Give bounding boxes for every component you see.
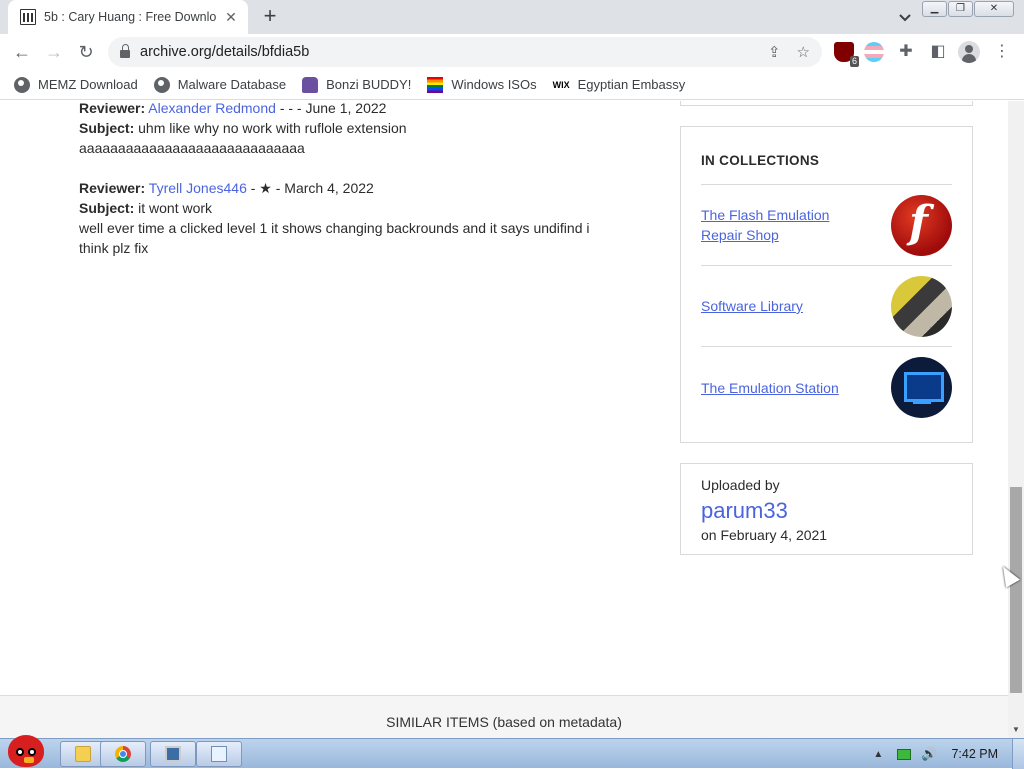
reviewer-link[interactable]: Tyrell Jones446 — [149, 180, 247, 196]
forward-arrow-icon[interactable]: → — [42, 40, 66, 64]
globe-icon — [153, 76, 170, 93]
collection-link[interactable]: The Emulation Station — [701, 378, 851, 398]
ublock-extension-icon[interactable]: 6 — [834, 42, 859, 67]
tab-close-icon[interactable]: ✕ — [222, 9, 240, 26]
review-body: well ever time a clicked level 1 it show… — [79, 220, 590, 256]
side-panel-icon[interactable]: ◧ — [926, 40, 950, 64]
similar-items-bar[interactable]: SIMILAR ITEMS (based on metadata) — [0, 695, 1008, 738]
minimize-icon[interactable]: ▁ — [922, 1, 947, 17]
review-body: aaaaaaaaaaaaaaaaaaaaaaaaaaaaa — [79, 140, 305, 156]
angry-bird-start-icon — [8, 735, 44, 767]
flag-extension-icon[interactable] — [864, 42, 884, 62]
subject-label: Subject: — [79, 200, 135, 216]
taskbar: ▲ 🔊 7:42 PM — [0, 735, 1024, 769]
taskbar-chrome[interactable] — [100, 741, 146, 767]
menu-kebab-icon[interactable]: ⋮ — [990, 40, 1014, 64]
bookmark-label: Windows ISOs — [451, 77, 537, 92]
bookmark-memz[interactable]: MEMZ Download — [14, 76, 138, 93]
review-subject: uhm like why no work with ruflole extens… — [138, 120, 407, 136]
browser-toolbar: ← → ↻ archive.org/details/bfdia5b ⇪ ☆ 6 … — [0, 34, 1024, 70]
flash-logo-icon[interactable] — [891, 194, 952, 256]
folder-icon — [75, 746, 91, 762]
reviewer-link[interactable]: Alexander Redmond — [148, 101, 276, 116]
sidebar-panel-top — [680, 101, 973, 106]
taskbar-notepad[interactable] — [196, 741, 242, 767]
window-controls: ▁ ❐ ✕ — [921, 1, 1014, 17]
software-library-icon[interactable] — [891, 275, 952, 337]
tab-search-chevron-icon[interactable] — [896, 8, 914, 26]
url-text[interactable]: archive.org/details/bfdia5b — [140, 44, 752, 60]
uploader-link[interactable]: parum33 — [701, 496, 952, 526]
volume-icon[interactable]: 🔊 — [921, 746, 937, 762]
bookmark-malware-database[interactable]: Malware Database — [153, 76, 287, 93]
screen-icon — [165, 746, 181, 762]
extension-badge: 6 — [849, 56, 859, 67]
chrome-icon — [115, 746, 131, 762]
taskbar-remote-desktop[interactable] — [150, 741, 196, 767]
review-item: Reviewer: Tyrell Jones446 - ★ - March 4,… — [79, 178, 619, 258]
tab-title: 5b : Cary Huang : Free Downlo — [44, 10, 217, 24]
uploader-panel: Uploaded by parum33 on February 4, 2021 — [680, 463, 973, 555]
page-content: Reviewer: Alexander Redmond - - - June 1… — [0, 101, 1008, 695]
collection-item[interactable]: Software Library — [701, 266, 952, 347]
rainbow-flag-icon — [427, 76, 444, 93]
show-desktop-button[interactable] — [1012, 739, 1024, 769]
reviewer-label: Reviewer: — [79, 101, 146, 116]
tray-expand-icon[interactable]: ▲ — [873, 749, 883, 760]
start-button[interactable] — [4, 731, 48, 769]
clock[interactable]: 7:42 PM — [951, 747, 998, 761]
review-subject: it wont work — [138, 200, 213, 216]
back-arrow-icon[interactable]: ← — [10, 40, 34, 64]
system-tray: ▲ 🔊 7:42 PM — [873, 739, 1024, 769]
bookmark-bonzi-buddy[interactable]: Bonzi BUDDY! — [302, 76, 412, 93]
review-item: Reviewer: Alexander Redmond - - - June 1… — [79, 101, 619, 158]
page-scrollbar[interactable]: ▼ — [1008, 101, 1024, 738]
review-rating: - - — [279, 101, 294, 116]
reload-icon[interactable]: ↻ — [74, 40, 98, 64]
collection-link[interactable]: The Flash Emulation Repair Shop — [701, 205, 851, 245]
bookmark-egyptian-embassy[interactable]: WIX Egyptian Embassy — [553, 77, 686, 92]
bookmark-windows-isos[interactable]: Windows ISOs — [427, 76, 537, 93]
collections-panel: IN COLLECTIONS The Flash Emulation Repai… — [680, 126, 973, 443]
wix-icon: WIX — [552, 79, 570, 90]
scrollbar-thumb[interactable] — [1010, 487, 1022, 693]
uploaded-by-label: Uploaded by — [701, 477, 780, 493]
bonzi-icon — [302, 76, 319, 93]
bookmark-star-icon[interactable]: ☆ — [797, 43, 810, 61]
bookmark-label: Malware Database — [177, 77, 287, 92]
browser-tab[interactable]: 5b : Cary Huang : Free Downlo ✕ — [8, 0, 248, 34]
review-rating: - ★ — [250, 180, 272, 196]
collection-item[interactable]: The Flash Emulation Repair Shop — [701, 185, 952, 266]
collection-link[interactable]: Software Library — [701, 296, 851, 316]
emulation-station-icon[interactable] — [891, 357, 952, 418]
collection-item[interactable]: The Emulation Station — [701, 347, 952, 428]
subject-label: Subject: — [79, 120, 135, 136]
review-date: - June 1, 2022 — [296, 101, 387, 116]
globe-icon — [14, 76, 30, 93]
new-tab-icon[interactable]: + — [258, 4, 282, 28]
restore-icon[interactable]: ❐ — [948, 1, 973, 17]
bookmark-label: Bonzi BUDDY! — [326, 77, 412, 92]
bookmark-label: MEMZ Download — [38, 77, 138, 92]
upload-date: on February 4, 2021 — [701, 527, 828, 543]
lock-icon — [120, 44, 130, 58]
reviewer-label: Reviewer: — [79, 180, 146, 196]
address-bar[interactable]: archive.org/details/bfdia5b ⇪ ☆ — [108, 37, 822, 67]
bookmarks-bar: MEMZ Download Malware Database Bonzi BUD… — [0, 70, 1024, 100]
bookmark-label: Egyptian Embassy — [577, 77, 686, 92]
network-icon[interactable] — [897, 748, 912, 760]
collections-heading: IN COLLECTIONS — [701, 153, 952, 185]
notepad-icon — [211, 746, 227, 762]
share-icon[interactable]: ⇪ — [768, 43, 781, 61]
review-date: - March 4, 2022 — [275, 180, 374, 196]
close-window-icon[interactable]: ✕ — [974, 1, 1014, 17]
scroll-down-arrow-icon[interactable]: ▼ — [1012, 725, 1020, 734]
tab-strip: 5b : Cary Huang : Free Downlo ✕ + ▁ ❐ ✕ — [0, 0, 1024, 34]
extensions-puzzle-icon[interactable]: ✚ — [894, 40, 918, 64]
profile-avatar-icon[interactable] — [958, 41, 980, 63]
archive-favicon-icon — [20, 9, 36, 25]
